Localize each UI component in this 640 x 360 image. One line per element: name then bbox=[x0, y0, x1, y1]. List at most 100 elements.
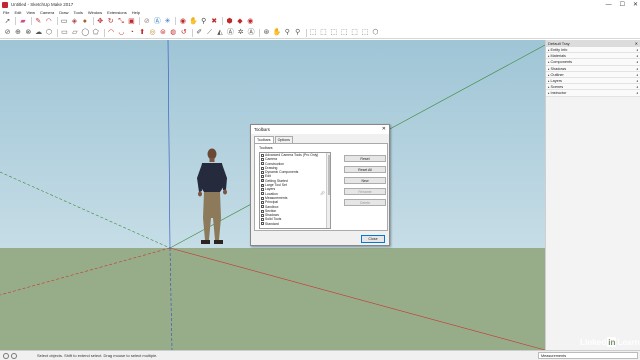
tab-options[interactable]: Options bbox=[274, 136, 293, 143]
follow-icon[interactable]: ◎ bbox=[148, 28, 157, 37]
checkbox[interactable] bbox=[261, 196, 264, 200]
rectangle2-icon[interactable]: ▭ bbox=[60, 28, 69, 37]
dimension-icon[interactable]: ⟋ bbox=[205, 28, 214, 37]
menu-file[interactable]: File bbox=[3, 10, 9, 15]
arc3-icon[interactable]: ◡ bbox=[117, 28, 126, 37]
freehand-icon[interactable]: ⊗ bbox=[24, 28, 33, 37]
front-view-icon[interactable]: ⬚ bbox=[329, 28, 338, 37]
push2-icon[interactable]: ⬆ bbox=[138, 28, 147, 37]
checkbox[interactable] bbox=[261, 213, 264, 217]
share-icon[interactable]: ◉ bbox=[246, 17, 255, 26]
cloud-icon[interactable]: ☁ bbox=[34, 28, 43, 37]
scale-icon[interactable]: ⤡ bbox=[117, 17, 126, 26]
move-icon[interactable]: ✥ bbox=[96, 17, 105, 26]
rectangle-icon[interactable]: ▭ bbox=[60, 17, 69, 26]
pie-icon[interactable]: ◔ bbox=[127, 28, 136, 37]
zoom-extents-icon[interactable]: ✖ bbox=[210, 17, 219, 26]
right-view-icon[interactable]: ⬚ bbox=[340, 28, 349, 37]
arc2-icon[interactable]: ◠ bbox=[107, 28, 116, 37]
xray-icon[interactable]: ⬡ bbox=[371, 28, 380, 37]
rotate2-icon[interactable]: ↺ bbox=[179, 28, 188, 37]
polygon2-icon[interactable]: ⬠ bbox=[91, 28, 100, 37]
pushpull-icon[interactable]: ◈ bbox=[70, 17, 79, 26]
reset-all-button[interactable]: Reset All bbox=[344, 166, 386, 173]
measurements-box[interactable]: Measurements bbox=[538, 352, 638, 359]
orbit2-icon[interactable]: ⊛ bbox=[262, 28, 271, 37]
close-button[interactable]: Close bbox=[361, 235, 385, 243]
text2-icon[interactable]: Ⓐ bbox=[226, 28, 235, 37]
reset-button[interactable]: Reset bbox=[344, 155, 386, 162]
offset2-icon[interactable]: ⊜ bbox=[158, 28, 167, 37]
tray-close-icon[interactable]: ✕ bbox=[635, 40, 638, 47]
paint-bucket-icon[interactable]: ● bbox=[80, 17, 89, 26]
tape2-icon[interactable]: ✐ bbox=[195, 28, 204, 37]
axes-icon[interactable]: ✳ bbox=[163, 17, 172, 26]
axes2-icon[interactable]: ✲ bbox=[236, 28, 245, 37]
polygon-icon[interactable]: ⬡ bbox=[45, 28, 54, 37]
pan-icon[interactable]: ✋ bbox=[189, 17, 198, 26]
checkbox[interactable] bbox=[261, 218, 264, 222]
new-button[interactable]: New bbox=[344, 177, 386, 184]
list-scrollbar[interactable] bbox=[326, 153, 330, 228]
select-icon[interactable]: ➚ bbox=[3, 17, 12, 26]
checkbox[interactable] bbox=[261, 205, 264, 209]
delete-button[interactable]: Delete bbox=[344, 199, 386, 206]
checkbox[interactable] bbox=[261, 200, 264, 204]
menu-camera[interactable]: Camera bbox=[40, 10, 54, 15]
circle-icon[interactable]: ◯ bbox=[81, 28, 90, 37]
menu-extensions[interactable]: Extensions bbox=[107, 10, 127, 15]
credits-icon[interactable] bbox=[11, 352, 17, 359]
rotate-icon[interactable]: ↻ bbox=[106, 17, 115, 26]
back-view-icon[interactable]: ⬚ bbox=[350, 28, 359, 37]
top-view-icon[interactable]: ⬚ bbox=[319, 28, 328, 37]
menu-window[interactable]: Window bbox=[88, 10, 102, 15]
warehouse-icon[interactable]: ⬢ bbox=[225, 17, 234, 26]
list-item[interactable]: Standard bbox=[260, 222, 330, 226]
pan2-icon[interactable]: ✋ bbox=[272, 28, 282, 37]
menu-tools[interactable]: Tools bbox=[74, 10, 83, 15]
checkbox[interactable] bbox=[261, 192, 264, 196]
menu-view[interactable]: View bbox=[26, 10, 35, 15]
pencil-icon[interactable]: ✎ bbox=[34, 17, 43, 26]
eraser-icon[interactable]: ▰ bbox=[18, 17, 27, 26]
extension-icon[interactable]: ◆ bbox=[235, 17, 244, 26]
tray-item-instructor[interactable]: ▸Instructor ◂ bbox=[546, 90, 640, 97]
zoom-icon[interactable]: ⚲ bbox=[199, 17, 208, 26]
offset-icon[interactable]: ▣ bbox=[127, 17, 136, 26]
checkbox[interactable] bbox=[261, 222, 264, 226]
3dtext-icon[interactable]: Ⓐ bbox=[247, 28, 256, 37]
geo-location-icon[interactable] bbox=[3, 352, 9, 359]
protractor-icon[interactable]: ◭ bbox=[215, 28, 224, 37]
menu-draw[interactable]: Draw bbox=[59, 10, 68, 15]
iso-view-icon[interactable]: ⬚ bbox=[309, 28, 318, 37]
left-view-icon[interactable]: ⬚ bbox=[361, 28, 370, 37]
maximize-button[interactable]: ☐ bbox=[620, 1, 625, 8]
checkbox-checked[interactable]: ✓ bbox=[261, 179, 264, 183]
menu-help[interactable]: Help bbox=[132, 10, 140, 15]
checkbox[interactable] bbox=[261, 209, 264, 213]
checkbox[interactable] bbox=[261, 188, 264, 192]
checkbox[interactable] bbox=[261, 166, 264, 170]
dialog-close-icon[interactable]: ✕ bbox=[382, 125, 386, 134]
zoom-window-icon[interactable]: ⚲ bbox=[293, 28, 302, 37]
arc-icon[interactable]: ◠ bbox=[44, 17, 53, 26]
orbit-icon[interactable]: ◉ bbox=[178, 17, 187, 26]
close-window-button[interactable]: ✕ bbox=[633, 1, 638, 8]
checkbox[interactable] bbox=[261, 170, 264, 174]
text-icon[interactable]: Ⓐ bbox=[153, 17, 162, 26]
panel-arrow-icon[interactable]: ◂ bbox=[636, 90, 638, 96]
tape-icon[interactable]: ⊘ bbox=[142, 17, 151, 26]
checkbox[interactable] bbox=[261, 157, 264, 161]
tab-toolbars[interactable]: Toolbars bbox=[254, 136, 274, 143]
menu-edit[interactable]: Edit bbox=[14, 10, 21, 15]
minimize-button[interactable]: — bbox=[606, 2, 612, 8]
scrollbar-thumb[interactable] bbox=[327, 155, 330, 195]
rotated-rect-icon[interactable]: ▱ bbox=[70, 28, 79, 37]
circle-select-icon[interactable]: ⊘ bbox=[3, 28, 12, 37]
zoom2-icon[interactable]: ⚲ bbox=[283, 28, 292, 37]
move2-icon[interactable]: ◍ bbox=[169, 28, 178, 37]
line-icon[interactable]: ⊕ bbox=[13, 28, 22, 37]
checkbox-checked[interactable]: ✓ bbox=[261, 183, 264, 187]
dialog-title-bar[interactable]: Toolbars ✕ bbox=[251, 125, 389, 134]
checkbox[interactable] bbox=[261, 153, 264, 157]
